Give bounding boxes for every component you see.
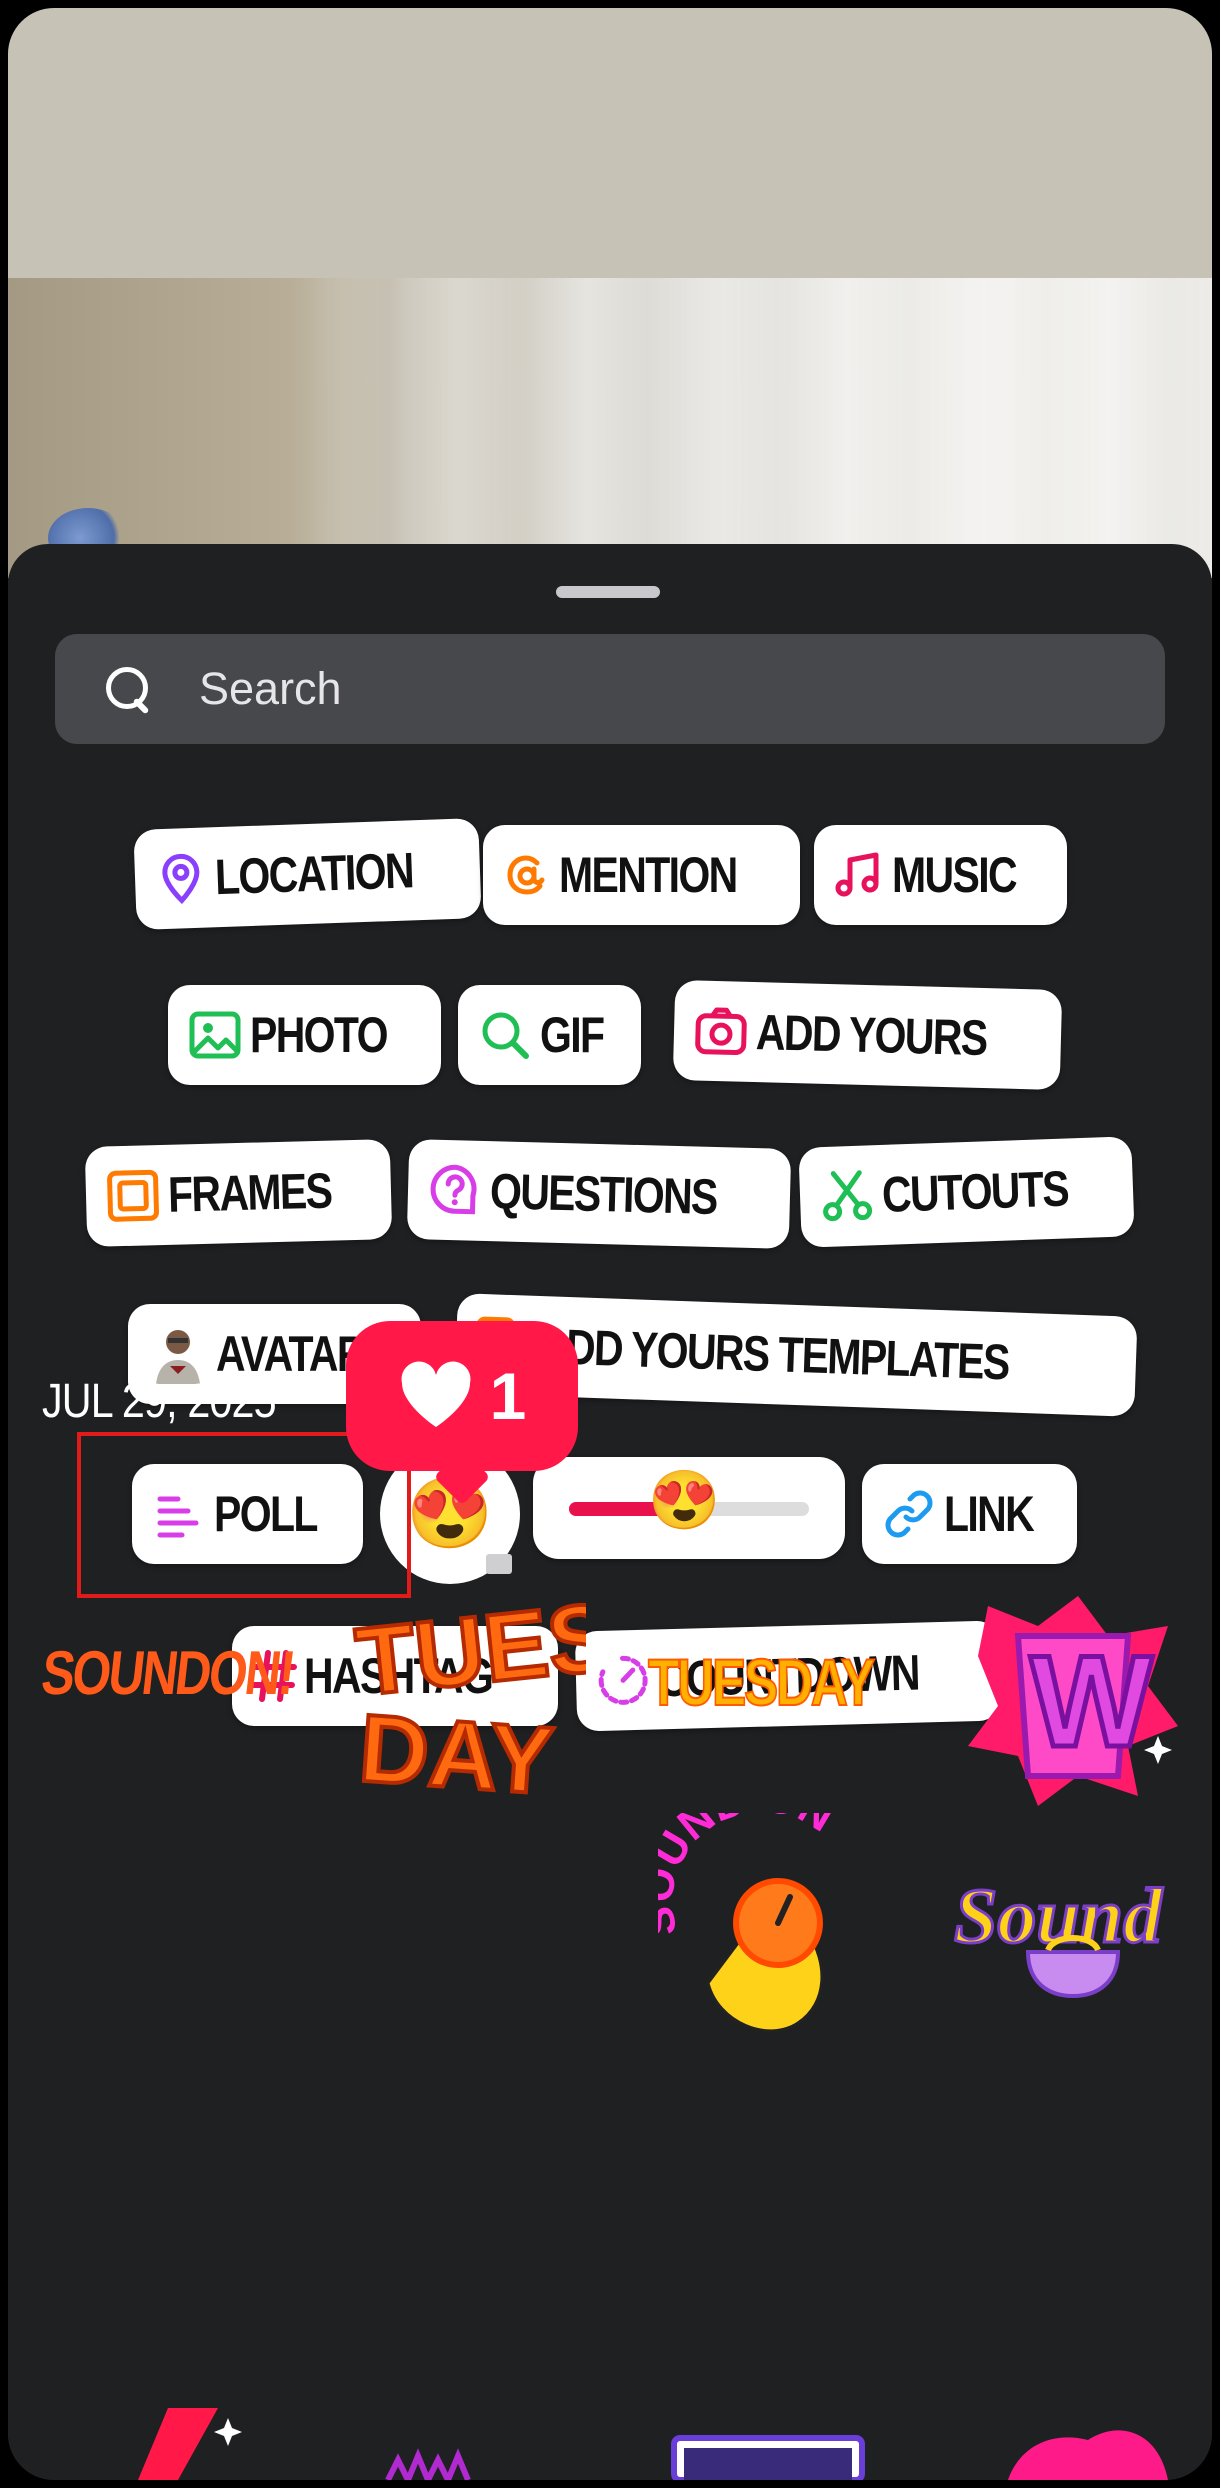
questions-sticker-button[interactable]: QUESTIONS	[406, 1139, 792, 1249]
tuesday-sticker[interactable]: TUESDAY	[647, 1644, 876, 1720]
cutouts-sticker-button[interactable]: CUTOUTS	[798, 1136, 1135, 1248]
slider-thumb-emoji: 😍	[648, 1468, 721, 1533]
question-bubble-icon	[430, 1164, 477, 1215]
emoji-chip-tail	[486, 1554, 512, 1574]
sound-on-knob-sticker[interactable]: SOUND ON	[658, 1813, 878, 2043]
link-label: LINK	[944, 1486, 1035, 1542]
add-yours-label: ADD YOURS	[755, 1004, 988, 1067]
link-icon	[885, 1490, 933, 1538]
drag-handle[interactable]	[556, 586, 660, 598]
like-counter-sticker[interactable]: 1	[346, 1321, 578, 1471]
purple-sticker-partial[interactable]	[378, 2448, 538, 2480]
lightning-sticker-partial[interactable]	[98, 2408, 258, 2480]
camera-icon	[695, 1007, 747, 1056]
cutouts-label: CUTOUTS	[881, 1160, 1069, 1223]
questions-label: QUESTIONS	[489, 1163, 718, 1226]
add-yours-sticker-button[interactable]: ADD YOURS	[672, 979, 1063, 1091]
mention-sticker-button[interactable]: MENTION	[483, 825, 800, 925]
heart-icon	[401, 1361, 471, 1427]
gif-label: GIF	[540, 1007, 605, 1063]
slider-track: 😍	[569, 1472, 809, 1530]
photo-icon	[189, 1011, 241, 1059]
location-pin-icon	[162, 853, 200, 904]
like-count: 1	[489, 1359, 527, 1433]
photo-sticker-button[interactable]: PHOTO	[168, 985, 441, 1085]
gif-search-icon	[482, 1012, 529, 1059]
scissors-icon	[823, 1170, 873, 1222]
soundon-orange-sticker[interactable]: SOUNDON!	[38, 1638, 297, 1709]
search-bar[interactable]	[55, 634, 1165, 744]
photo-label: PHOTO	[250, 1007, 388, 1063]
mention-label: MENTION	[559, 847, 738, 903]
w-letter-sticker[interactable]: W	[958, 1586, 1188, 1816]
tues-day-sticker[interactable]: TUES DAY	[346, 1588, 586, 1808]
emoji-slider-sticker-button[interactable]: 😍	[533, 1457, 845, 1559]
countdown-icon	[598, 1655, 648, 1705]
day-text: DAY	[356, 1695, 557, 1808]
date-sticker[interactable]: JUL 29, 2025	[42, 1374, 277, 1429]
screen-sticker-partial[interactable]	[668, 2432, 868, 2480]
link-sticker-button[interactable]: LINK	[862, 1464, 1077, 1564]
frames-sticker-button[interactable]: FRAMES	[84, 1139, 393, 1247]
gif-sticker-button[interactable]: GIF	[458, 985, 642, 1085]
add-yours-templates-label: ADD YOURS TEMPLATES	[537, 1318, 1010, 1391]
sound-script-text: Sound	[954, 1872, 1163, 1959]
mention-at-icon	[507, 855, 545, 895]
w-letter-text: W	[1030, 1628, 1153, 1774]
location-label: LOCATION	[214, 842, 414, 906]
background-photo-top	[8, 8, 1212, 278]
music-note-icon	[835, 852, 879, 897]
frame-icon	[107, 1169, 159, 1222]
music-sticker-button[interactable]: MUSIC	[814, 825, 1068, 925]
pink-sticker-partial[interactable]	[988, 2428, 1188, 2480]
frames-label: FRAMES	[167, 1162, 332, 1223]
sound-script-sticker[interactable]: Sound	[948, 1866, 1188, 2006]
search-icon	[103, 664, 153, 714]
search-input[interactable]	[199, 663, 999, 715]
location-sticker-button[interactable]: LOCATION	[133, 818, 483, 930]
story-editor-screen: LOCATION MENTION MUSIC PHOTO GIF ADD YOU…	[8, 8, 1212, 2480]
music-label: MUSIC	[892, 847, 1018, 903]
